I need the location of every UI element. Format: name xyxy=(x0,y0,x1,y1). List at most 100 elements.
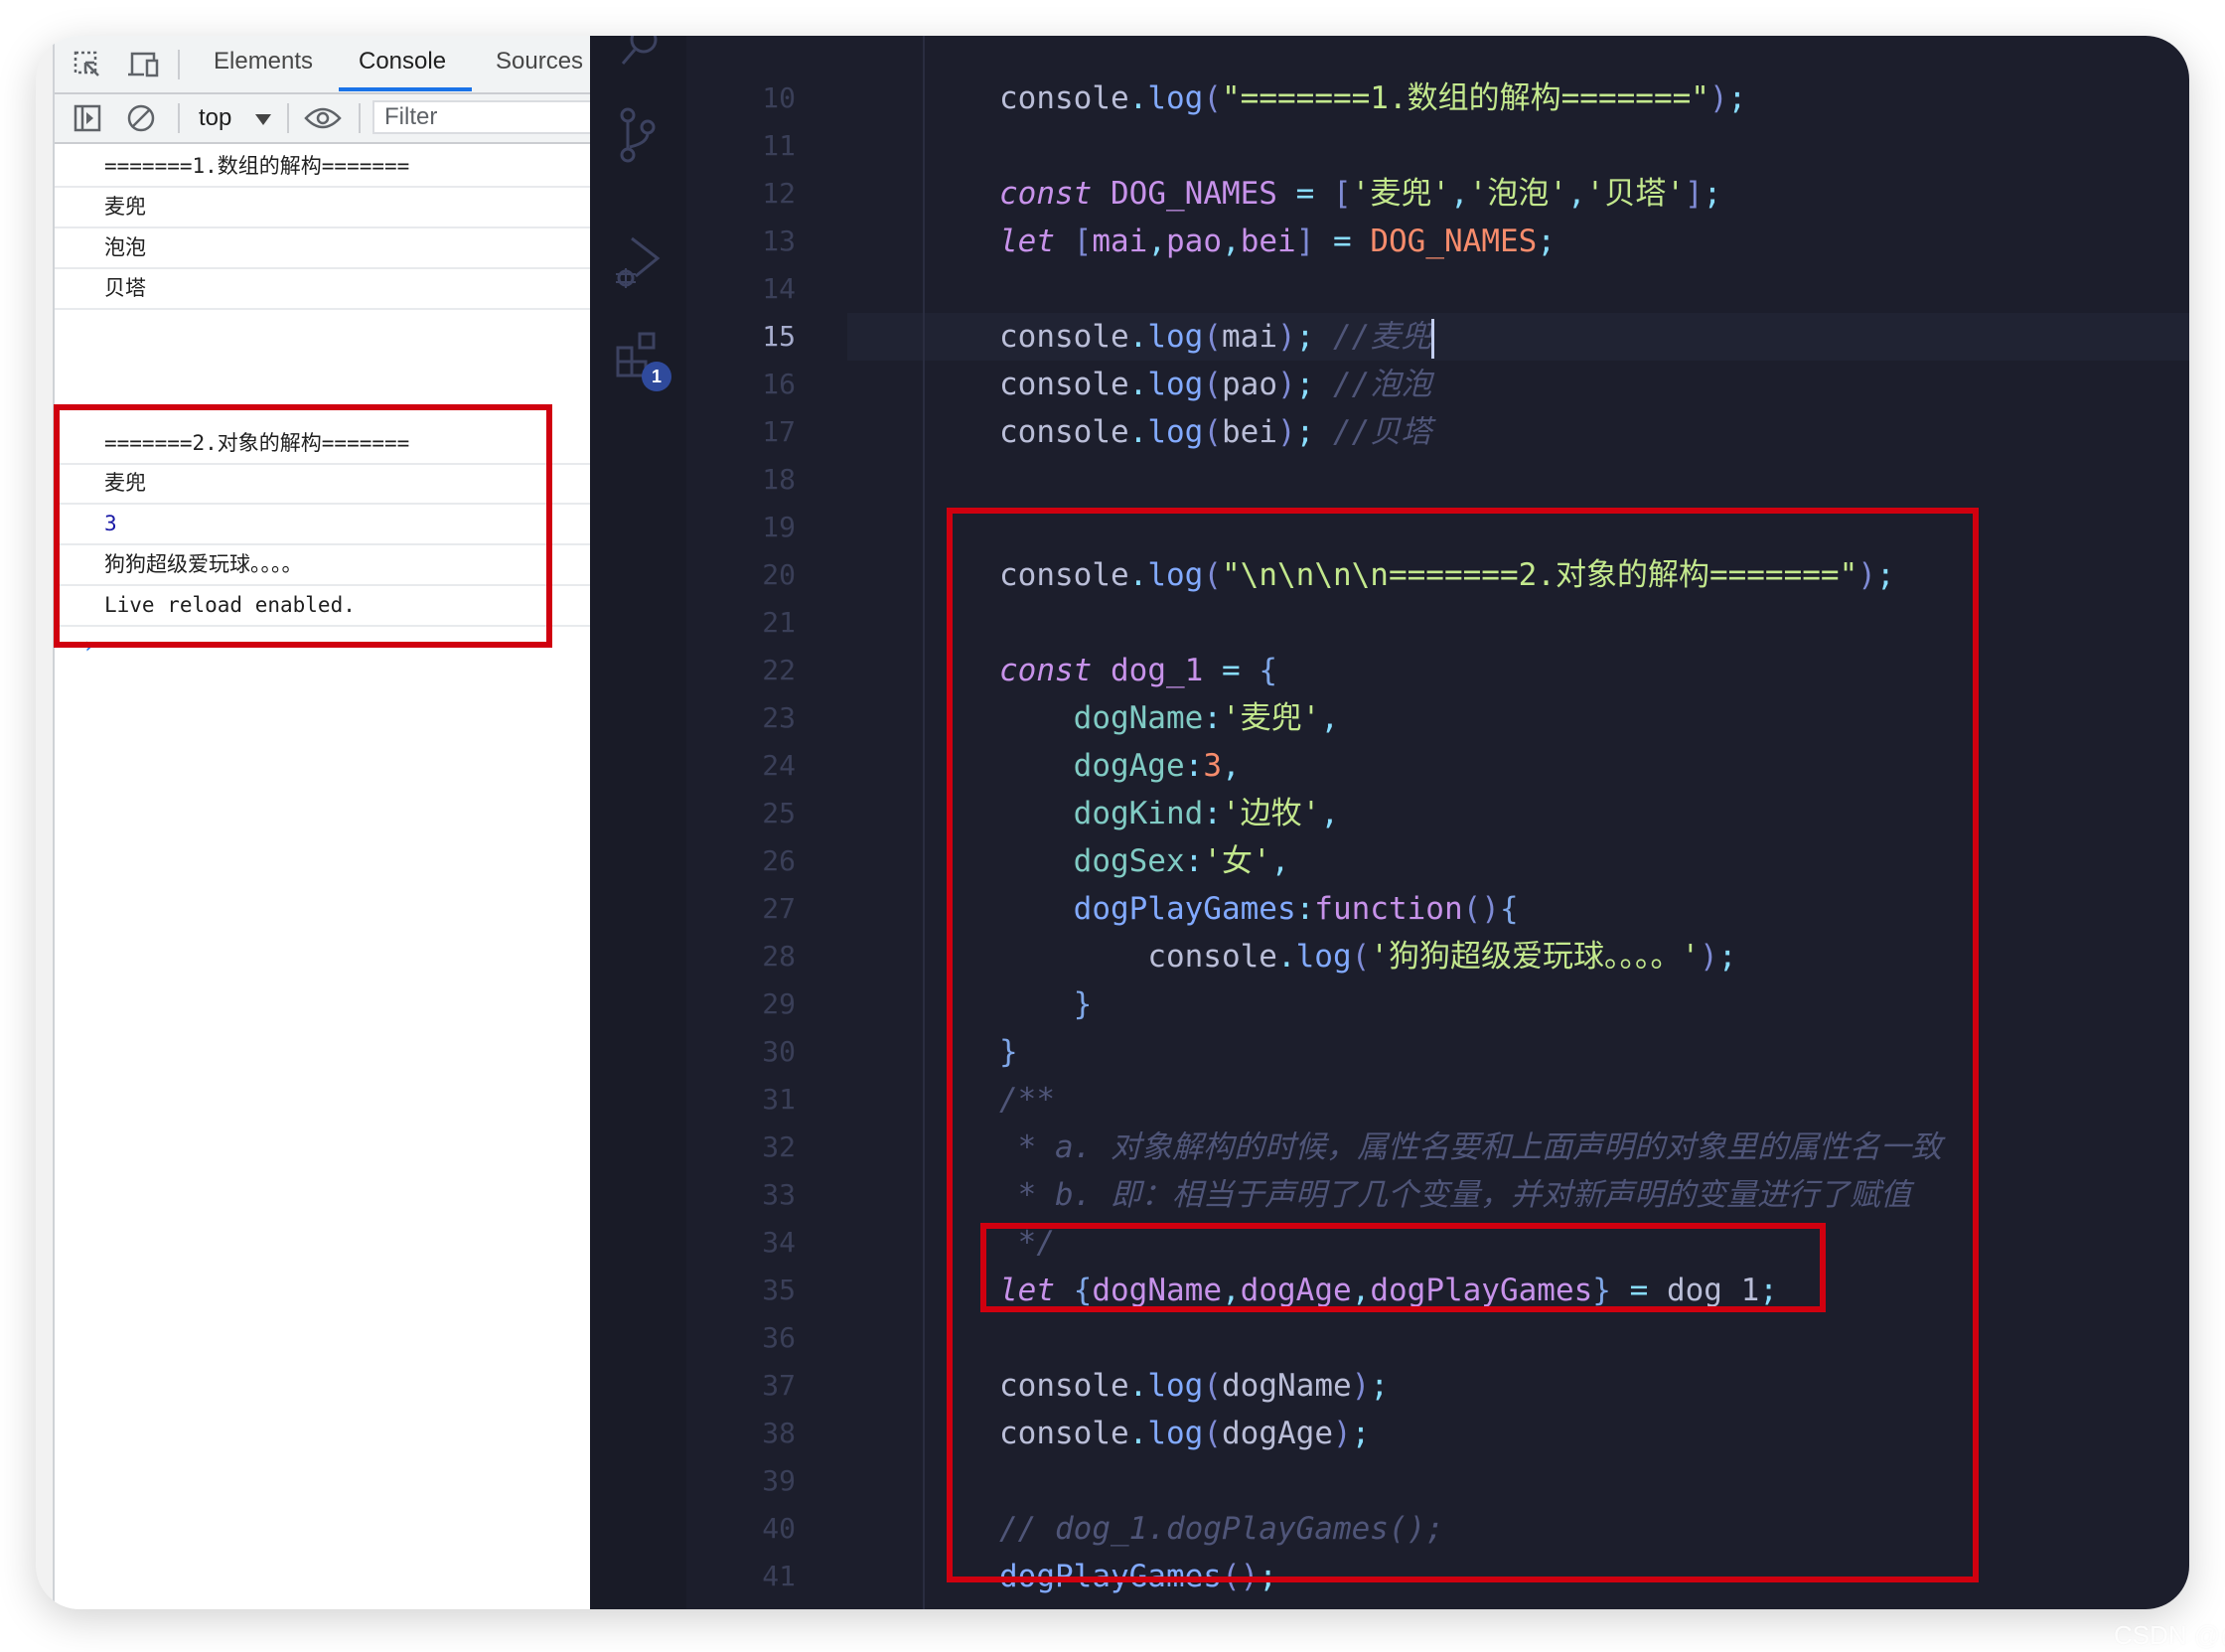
devtools-tab-bar: Elements Console Sources xyxy=(55,36,592,94)
line-number: 33 xyxy=(762,1178,796,1211)
line-number: 34 xyxy=(762,1226,796,1259)
dropdown-arrow-icon[interactable] xyxy=(255,114,271,125)
code-line[interactable]: console.log(pao); //泡泡 xyxy=(999,361,1431,408)
code-token: ) xyxy=(1277,367,1296,402)
code-token: = xyxy=(1276,176,1333,212)
line-number: 38 xyxy=(762,1417,796,1449)
code-token: ; xyxy=(1537,224,1557,259)
line-number: 27 xyxy=(762,892,796,925)
code-token: = xyxy=(1314,224,1371,259)
code-token: log xyxy=(1147,319,1204,355)
context-selector[interactable]: top xyxy=(199,104,231,132)
highlight-box-object-destructuring xyxy=(947,508,1979,1582)
code-token: ; xyxy=(1295,414,1315,450)
filter-input[interactable] xyxy=(372,100,601,134)
code-token: '泡泡' xyxy=(1468,176,1567,212)
code-line[interactable]: let [mai,pao,bei] = DOG_NAMES; xyxy=(999,218,1556,265)
code-line[interactable]: const DOG_NAMES = ['麦兜','泡泡','贝塔']; xyxy=(999,170,1721,218)
code-line[interactable]: console.log(mai); //麦兜 xyxy=(999,313,1435,361)
extensions-badge: 1 xyxy=(642,362,671,391)
divider xyxy=(287,103,289,133)
code-token: ( xyxy=(1203,319,1222,355)
devtools-panel: Elements Console Sources top Filter ====… xyxy=(53,36,601,1609)
line-number: 29 xyxy=(762,987,796,1020)
code-token: ] xyxy=(1684,176,1704,212)
line-number: 36 xyxy=(762,1321,796,1354)
divider xyxy=(178,50,180,79)
code-token: ; xyxy=(1295,367,1315,402)
console-message: 泡泡 xyxy=(55,228,592,269)
code-token: //贝塔 xyxy=(1314,414,1432,450)
code-token: '贝塔' xyxy=(1585,176,1685,212)
clear-console-icon[interactable] xyxy=(126,103,156,133)
active-tab-indicator xyxy=(339,87,472,91)
code-token: ( xyxy=(1203,367,1222,402)
code-token: , xyxy=(1566,176,1586,212)
code-token: let xyxy=(999,224,1055,259)
tab-sources[interactable]: Sources xyxy=(496,48,583,75)
code-token: . xyxy=(1128,367,1148,402)
device-toolbar-icon[interactable] xyxy=(126,50,160,79)
code-token: console xyxy=(999,367,1129,402)
code-token: ] xyxy=(1295,224,1315,259)
code-token: console xyxy=(999,414,1129,450)
line-number: 13 xyxy=(762,225,796,257)
code-token: bei xyxy=(1222,414,1277,450)
code-token: mai xyxy=(1092,224,1148,259)
line-number: 20 xyxy=(762,558,796,591)
code-token: "=======1.数组的解构=======" xyxy=(1222,80,1709,116)
line-number: 12 xyxy=(762,177,796,210)
line-number: 24 xyxy=(762,749,796,782)
text-cursor xyxy=(1431,318,1435,359)
code-token: , xyxy=(1449,176,1469,212)
code-token: DOG_NAMES xyxy=(1370,224,1538,259)
code-token: [ xyxy=(1073,224,1093,259)
code-token: , xyxy=(1222,224,1241,259)
search-icon[interactable] xyxy=(618,36,662,68)
line-number: 22 xyxy=(762,654,796,686)
line-number: 16 xyxy=(762,368,796,400)
highlight-box-destructuring-statement xyxy=(980,1223,1826,1312)
code-token: ( xyxy=(1203,414,1222,450)
tab-console[interactable]: Console xyxy=(359,48,446,75)
activity-bar: 1 xyxy=(590,36,686,1609)
code-token: mai xyxy=(1222,319,1277,355)
line-number: 41 xyxy=(762,1560,796,1592)
line-number: 42 xyxy=(686,1600,796,1609)
line-number: 37 xyxy=(762,1369,796,1402)
code-token: pao xyxy=(1222,367,1277,402)
code-token: ( xyxy=(1203,80,1222,116)
code-token: //麦兜 xyxy=(1314,319,1432,355)
inspect-element-icon[interactable] xyxy=(73,50,102,79)
line-number: 19 xyxy=(762,511,796,543)
code-line[interactable]: console.log("=======1.数组的解构======="); xyxy=(999,75,1746,122)
code-token: '麦兜' xyxy=(1351,176,1450,212)
tab-elements[interactable]: Elements xyxy=(214,48,313,75)
line-number: 17 xyxy=(762,415,796,448)
code-token: ; xyxy=(1295,319,1315,355)
divider xyxy=(178,103,180,133)
line-number: 11 xyxy=(762,129,796,162)
code-token: log xyxy=(1147,80,1204,116)
code-token: ; xyxy=(1727,80,1747,116)
code-token: ) xyxy=(1708,80,1728,116)
source-control-icon[interactable] xyxy=(618,105,658,165)
code-token: log xyxy=(1147,414,1204,450)
code-token: . xyxy=(1128,80,1148,116)
sidebar-toggle-icon[interactable] xyxy=(73,103,102,133)
line-number: 40 xyxy=(762,1512,796,1545)
console-toolbar: top xyxy=(55,94,601,144)
run-debug-icon[interactable] xyxy=(614,234,664,294)
code-token: console xyxy=(999,80,1129,116)
code-token: . xyxy=(1128,414,1148,450)
divider xyxy=(359,103,361,133)
line-number: 18 xyxy=(762,463,796,496)
eye-icon[interactable] xyxy=(303,104,343,132)
line-number: 30 xyxy=(762,1035,796,1068)
line-number: 14 xyxy=(762,272,796,305)
line-number: 10 xyxy=(762,81,796,114)
code-line[interactable]: console.log(bei); //贝塔 xyxy=(999,408,1431,456)
code-token: DOG_NAMES xyxy=(1111,176,1277,212)
